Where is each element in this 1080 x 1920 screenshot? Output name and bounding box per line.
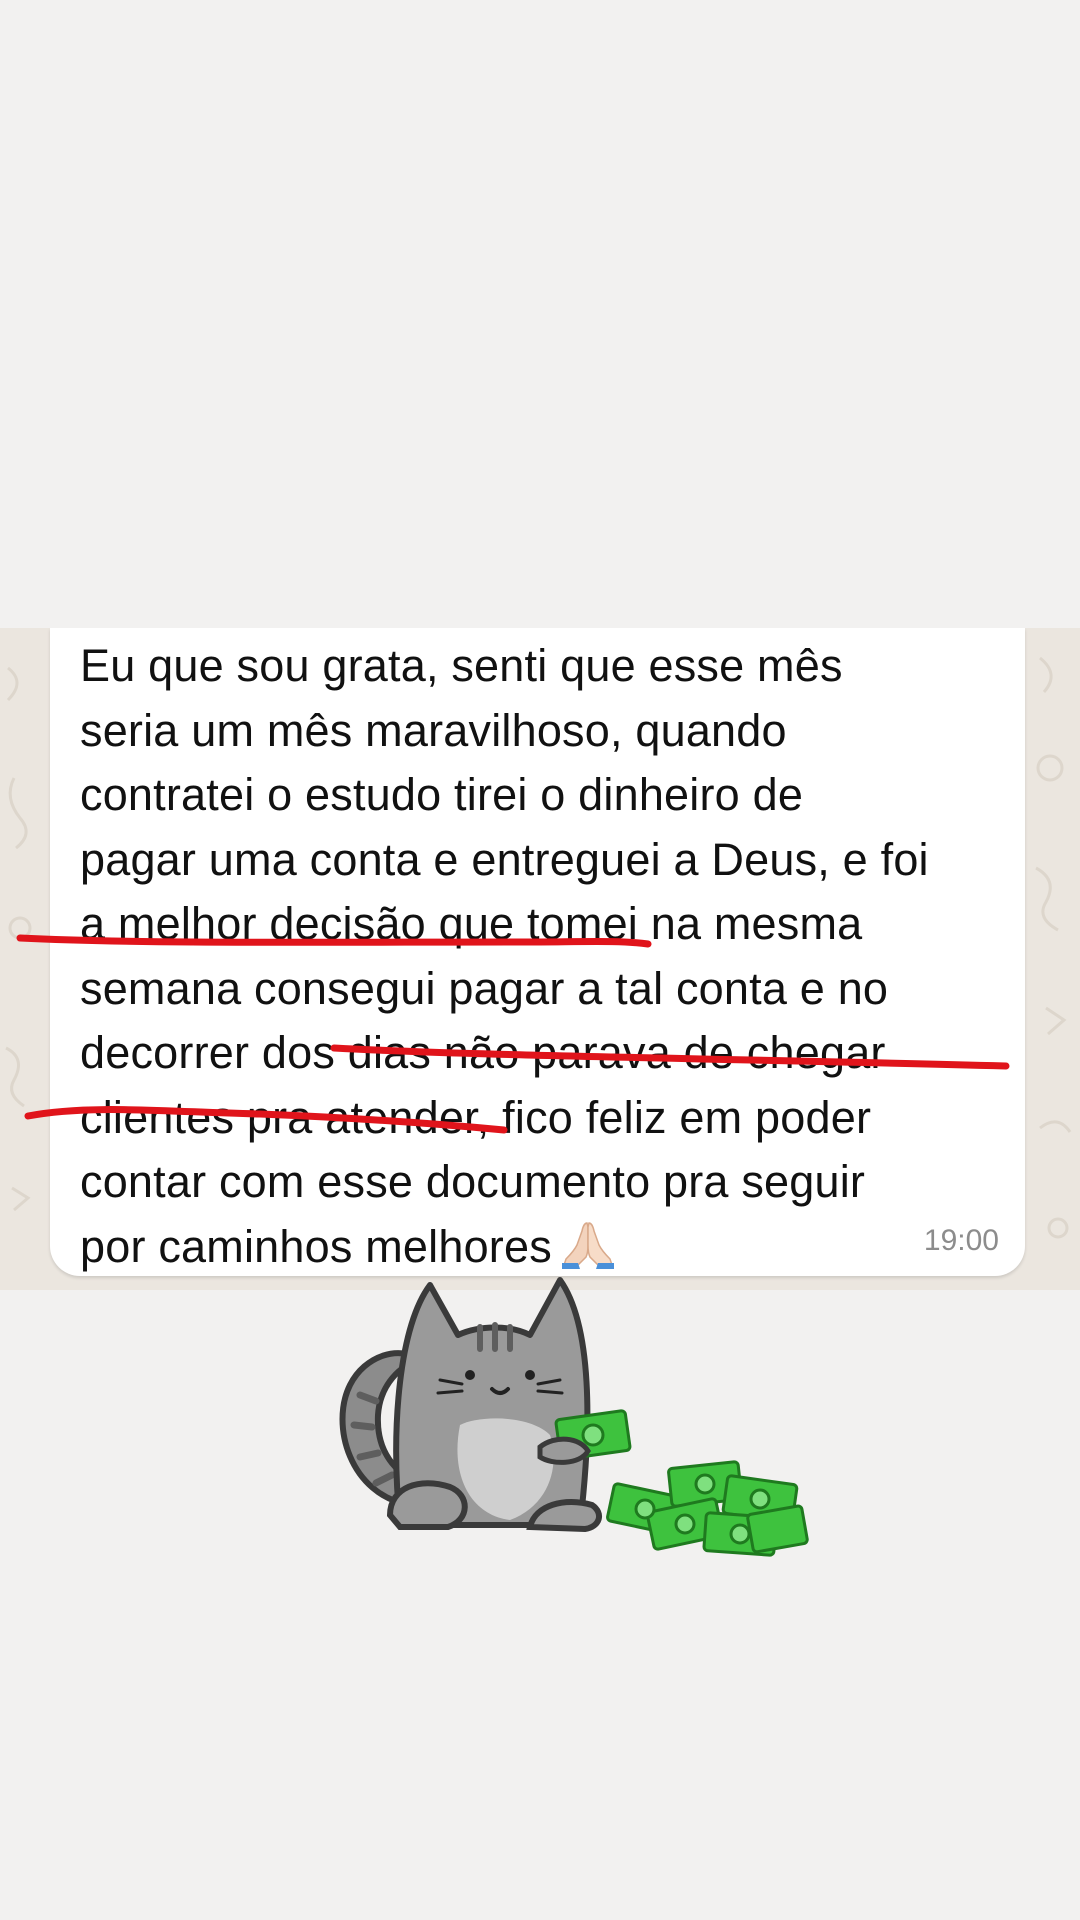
- message-timestamp: 19:00: [923, 1224, 999, 1257]
- praying-hands-icon: 🙏🏻: [561, 1221, 614, 1269]
- message-line: seria um mês maravilhoso, quando: [80, 704, 787, 756]
- message-line-text: por caminhos melhores: [80, 1220, 552, 1272]
- message-line: contratei o estudo tirei o dinheiro de: [80, 769, 804, 820]
- message-line: Eu que sou grata, senti que esse mês: [80, 640, 843, 691]
- money-pile-icon: [606, 1460, 809, 1557]
- message-line: pagar uma conta e entreguei a Deus, e fo…: [80, 833, 929, 885]
- message-line: decorrer dos dias não parava de chegar: [80, 1027, 886, 1078]
- message-line: contar com esse documento pra seguir: [80, 1156, 866, 1207]
- chat-area: Eu que sou grata, senti que esse mês ser…: [0, 628, 1080, 1290]
- message-line: a melhor decisão que tomei na mesma: [80, 898, 863, 949]
- screen: Eu que sou grata, senti que esse mês ser…: [0, 0, 1080, 1920]
- message-line: semana consegui pagar a tal conta e no: [80, 962, 889, 1014]
- cat-with-money-sticker: [339, 1277, 809, 1557]
- message-text: Eu que sou grata, senti que esse mês ser…: [80, 634, 1010, 1279]
- message-line: clientes pra atender, fico feliz em pode…: [80, 1091, 872, 1143]
- message-bubble[interactable]: Eu que sou grata, senti que esse mês ser…: [50, 628, 1025, 1276]
